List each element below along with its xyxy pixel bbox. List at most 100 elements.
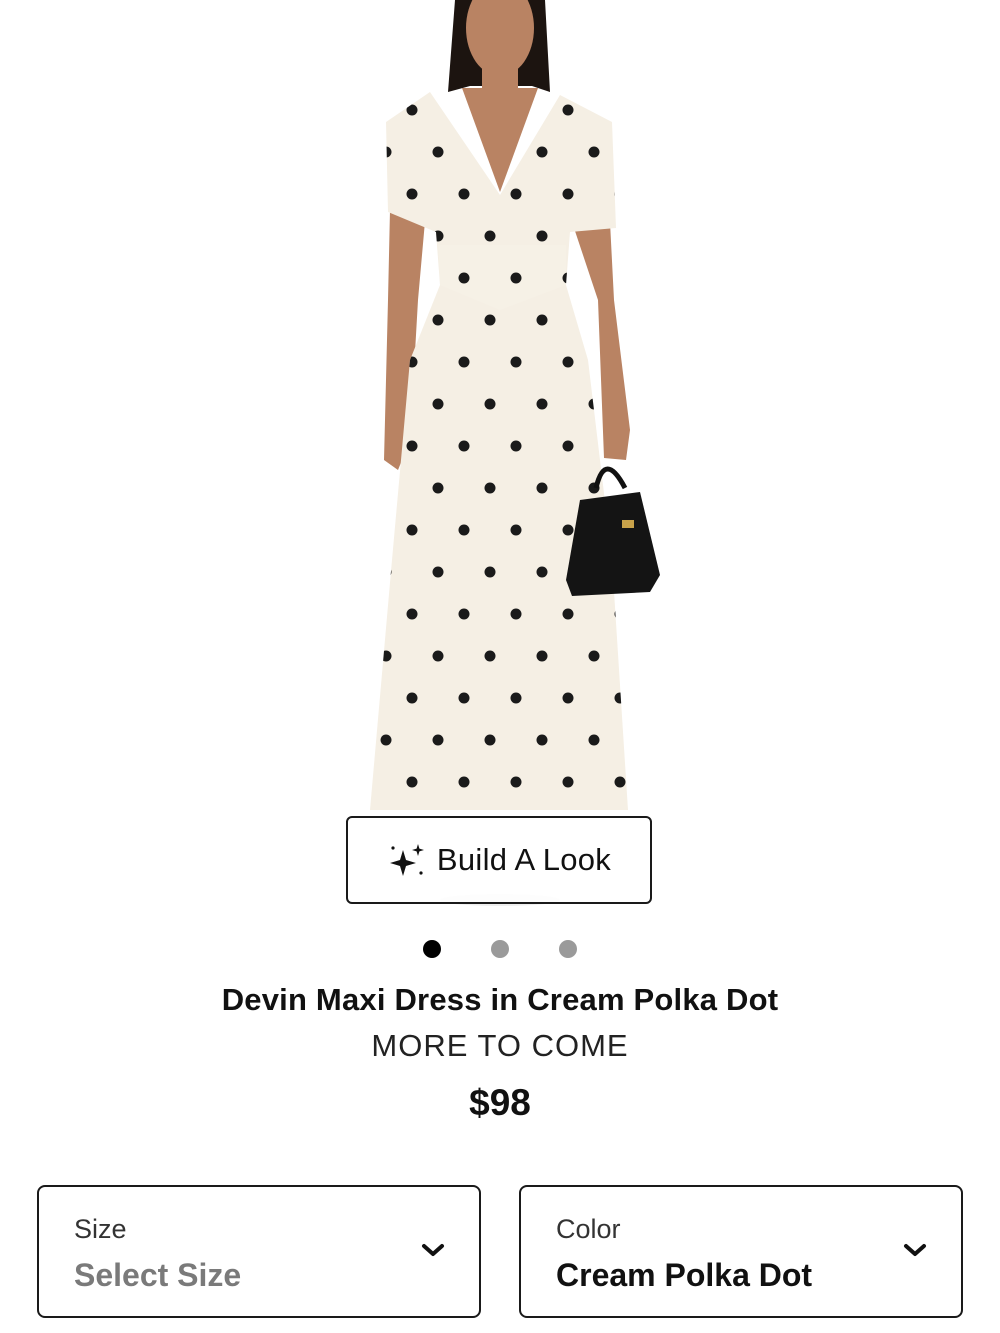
polka-dot	[458, 776, 470, 788]
polka-dot	[458, 188, 470, 200]
polka-dot	[406, 692, 418, 704]
polka-dot	[484, 230, 496, 242]
product-name: Devin Maxi Dress in Cream Polka Dot	[221, 982, 779, 1017]
polka-dot	[562, 608, 574, 620]
polka-dot	[406, 104, 418, 116]
polka-dot	[536, 566, 548, 578]
polka-dot	[588, 650, 600, 662]
polka-dot	[432, 734, 444, 746]
polka-dot	[355, 777, 366, 788]
carousel-dot-1[interactable]	[423, 940, 441, 958]
polka-dot	[432, 146, 444, 158]
polka-dot	[355, 105, 366, 116]
polka-dot	[484, 566, 496, 578]
polka-dot	[614, 188, 626, 200]
polka-dot	[458, 608, 470, 620]
polka-dot	[406, 776, 418, 788]
polka-dot	[536, 734, 548, 746]
polka-dot	[614, 776, 626, 788]
polka-dot	[432, 314, 444, 326]
build-a-look-label: Build A Look	[436, 842, 612, 877]
polka-dot	[355, 441, 366, 452]
polka-dot	[406, 440, 418, 452]
polka-dot	[536, 146, 548, 158]
polka-dot	[588, 734, 600, 746]
polka-dot	[458, 104, 470, 116]
polka-dot	[484, 398, 496, 410]
polka-dot	[536, 230, 548, 242]
size-selector[interactable]: Size Select Size	[37, 1185, 481, 1318]
polka-dot	[484, 314, 496, 326]
polka-dot	[588, 398, 600, 410]
polka-dot	[355, 609, 366, 620]
polka-dot	[562, 272, 574, 284]
image-carousel-dots	[0, 940, 1000, 958]
polka-dot	[355, 693, 366, 704]
polka-dot	[562, 440, 574, 452]
polka-dot	[380, 482, 392, 494]
polka-dot	[510, 608, 522, 620]
polka-dot	[406, 524, 418, 536]
polka-dot	[458, 524, 470, 536]
polka-dot	[406, 188, 418, 200]
polka-dot	[536, 482, 548, 494]
polka-dot	[380, 566, 392, 578]
size-selector-label: Size	[74, 1214, 127, 1244]
carousel-dot-3[interactable]	[559, 940, 577, 958]
polka-dot	[588, 146, 600, 158]
model-photo	[355, 0, 660, 906]
chevron-down-icon	[422, 1244, 444, 1256]
polka-dot	[510, 188, 522, 200]
polka-dot	[536, 314, 548, 326]
polka-dot	[432, 398, 444, 410]
polka-dot	[510, 524, 522, 536]
polka-dot	[458, 440, 470, 452]
size-selector-value: Select Size	[74, 1257, 242, 1293]
polka-dot	[484, 482, 496, 494]
polka-dot	[614, 104, 626, 116]
polka-dot	[432, 230, 444, 242]
polka-dot	[510, 272, 522, 284]
polka-dot	[380, 734, 392, 746]
color-selector-value: Cream Polka Dot	[556, 1257, 813, 1293]
polka-dot	[562, 692, 574, 704]
brand-name[interactable]: MORE TO COME	[0, 1028, 1000, 1064]
polka-dot	[562, 356, 574, 368]
polka-dot	[406, 608, 418, 620]
polka-dot	[510, 440, 522, 452]
polka-dot	[614, 608, 626, 620]
product-price: $98	[469, 1082, 531, 1123]
chevron-down-icon	[904, 1244, 926, 1256]
polka-dot	[432, 650, 444, 662]
polka-dot	[458, 272, 470, 284]
product-image[interactable]	[0, 0, 1000, 920]
polka-dot	[536, 398, 548, 410]
build-a-look-button[interactable]: Build A Look	[346, 816, 652, 904]
polka-dot	[614, 272, 626, 284]
polka-dot	[432, 482, 444, 494]
polka-dot	[380, 146, 392, 158]
polka-dot	[510, 692, 522, 704]
carousel-dot-2[interactable]	[491, 940, 509, 958]
sparkle-icon	[389, 844, 424, 876]
polka-dot	[510, 356, 522, 368]
color-selector-label: Color	[556, 1214, 621, 1244]
polka-dot	[432, 566, 444, 578]
polka-dot	[614, 692, 626, 704]
polka-dot	[355, 273, 366, 284]
polka-dot	[458, 356, 470, 368]
polka-dot	[355, 357, 366, 368]
polka-dot	[562, 524, 574, 536]
polka-dot	[562, 776, 574, 788]
polka-dot	[562, 188, 574, 200]
polka-dot	[355, 189, 366, 200]
polka-dot	[588, 314, 600, 326]
polka-dot	[380, 650, 392, 662]
polka-dot	[458, 692, 470, 704]
polka-dot	[536, 650, 548, 662]
color-selector[interactable]: Color Cream Polka Dot	[519, 1185, 963, 1318]
polka-dot	[484, 734, 496, 746]
polka-dot	[562, 104, 574, 116]
polka-dot	[484, 650, 496, 662]
polka-dot	[510, 776, 522, 788]
